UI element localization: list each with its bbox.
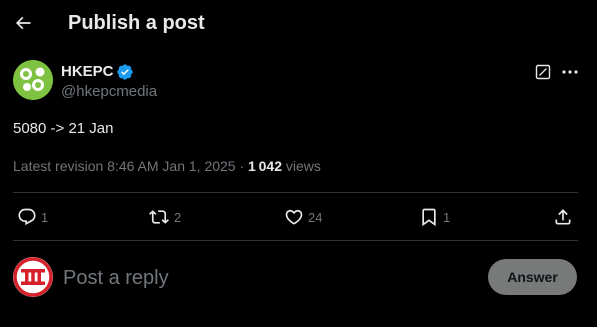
edit-icon[interactable] xyxy=(535,64,551,80)
like-button[interactable]: 24 xyxy=(284,204,322,230)
views-label: views xyxy=(281,158,321,174)
like-count: 24 xyxy=(308,209,323,225)
more-options-icon[interactable] xyxy=(560,64,580,80)
bookmark-icon xyxy=(422,208,436,227)
author-handle[interactable]: @hkepcmedia xyxy=(61,83,157,101)
post-meta: Latest revision 8:46 AM Jan 1, 2025 · 1 … xyxy=(13,157,321,175)
repost-button[interactable]: 2 xyxy=(148,204,181,230)
repost-icon xyxy=(149,210,169,224)
avatar[interactable] xyxy=(13,257,53,297)
user-logo-icon xyxy=(13,257,53,297)
revision-timestamp[interactable]: Latest revision 8:46 AM Jan 1, 2025 · xyxy=(13,158,248,174)
verified-badge-icon xyxy=(117,64,133,80)
repost-count: 2 xyxy=(174,209,182,225)
page-title: Publish a post xyxy=(68,12,205,34)
bookmark-count: 1 xyxy=(443,209,451,225)
reply-input[interactable] xyxy=(61,263,465,293)
post-author-row: HKEPC @hkepcmedia xyxy=(13,60,583,104)
reply-composer: Answer xyxy=(13,257,578,299)
arrow-left-icon xyxy=(15,16,31,30)
reply-count: 1 xyxy=(41,209,49,225)
post-text: 5080 -> 21 Jan xyxy=(13,120,114,137)
views-count: 1 042 xyxy=(248,158,282,174)
author-name[interactable]: HKEPC xyxy=(61,63,114,81)
share-icon xyxy=(555,209,571,225)
avatar[interactable] xyxy=(13,60,53,100)
heart-icon xyxy=(285,209,303,225)
divider xyxy=(13,192,578,193)
answer-button[interactable]: Answer xyxy=(488,259,577,295)
reply-icon xyxy=(18,208,36,226)
bookmark-button[interactable]: 1 xyxy=(419,204,450,230)
share-button[interactable] xyxy=(553,204,573,230)
divider xyxy=(13,240,578,241)
post-actions: 1 2 24 1 xyxy=(13,204,578,230)
reply-button[interactable]: 1 xyxy=(17,204,48,230)
hkepc-logo-icon xyxy=(13,60,53,100)
back-button[interactable] xyxy=(12,10,34,36)
top-bar: Publish a post xyxy=(0,0,597,48)
